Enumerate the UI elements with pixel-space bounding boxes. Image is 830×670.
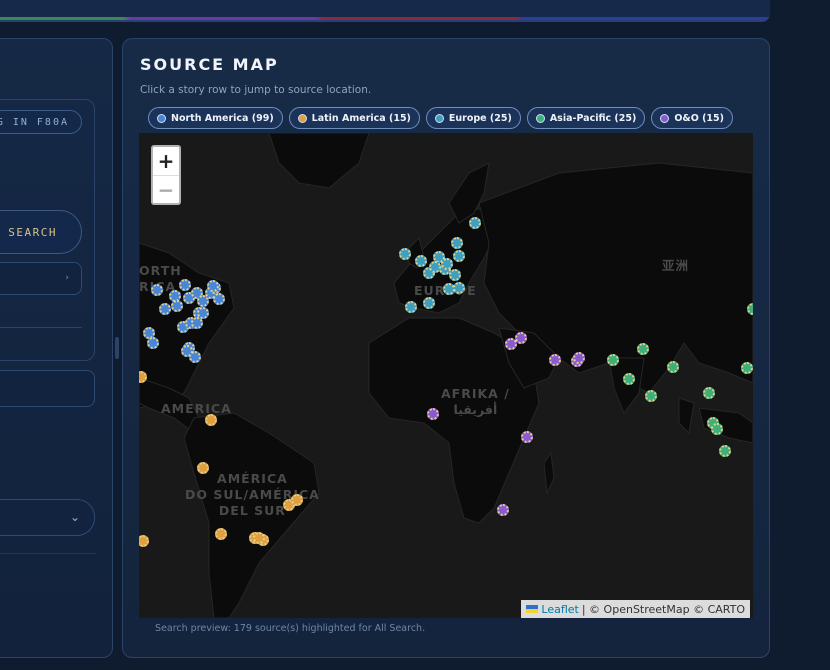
source-marker[interactable] <box>449 269 461 281</box>
source-marker[interactable] <box>453 250 465 262</box>
filter-chip[interactable]: G IN F80A <box>0 110 82 134</box>
map-label-asia: 亚洲 <box>662 258 690 273</box>
source-marker[interactable] <box>623 373 635 385</box>
source-marker[interactable] <box>197 307 209 319</box>
legend-label: Asia-Pacific (25) <box>549 112 637 124</box>
source-marker[interactable] <box>645 390 657 402</box>
panel-resize-handle[interactable] <box>115 337 119 359</box>
source-marker[interactable] <box>441 258 453 270</box>
left-divider <box>0 327 82 328</box>
source-marker[interactable] <box>703 387 715 399</box>
source-marker[interactable] <box>451 237 463 249</box>
world-map[interactable]: ORTH RICA AMERICA AMÉRICA DO SUL/AMÉRICA… <box>139 133 753 618</box>
source-marker[interactable] <box>207 280 219 292</box>
legend-label: Europe (25) <box>448 112 512 124</box>
source-marker[interactable] <box>181 345 193 357</box>
source-marker[interactable] <box>549 354 561 366</box>
legend-label: Latin America (15) <box>311 112 411 124</box>
header-accent-stripe <box>0 17 770 20</box>
chevron-right-icon: › <box>65 273 69 283</box>
source-marker[interactable] <box>415 255 427 267</box>
legend-label: North America (99) <box>171 112 274 124</box>
source-marker[interactable] <box>147 337 159 349</box>
source-marker[interactable] <box>637 343 649 355</box>
source-marker[interactable] <box>213 293 225 305</box>
source-marker[interactable] <box>521 431 533 443</box>
search-button[interactable]: SEARCH <box>0 210 82 254</box>
source-marker[interactable] <box>747 303 753 315</box>
left-dropdown[interactable]: ⌄ <box>0 499 95 536</box>
north-america-dot-icon <box>157 113 166 123</box>
left-divider-bottom <box>0 553 96 554</box>
source-marker[interactable] <box>179 279 191 291</box>
source-marker[interactable] <box>405 301 417 313</box>
region-legend: North America (99) Latin America (15) Eu… <box>148 107 733 129</box>
attribution-text: | © OpenStreetMap © CARTO <box>581 602 745 616</box>
leaflet-link[interactable]: Leaflet <box>541 603 578 616</box>
source-marker[interactable] <box>291 494 303 506</box>
legend-chip-north-america[interactable]: North America (99) <box>148 107 283 129</box>
search-preview-note: Search preview: 179 source(s) highlighte… <box>155 623 426 634</box>
source-marker[interactable] <box>573 352 585 364</box>
zoom-out-button[interactable]: − <box>153 175 179 203</box>
legend-chip-europe[interactable]: Europe (25) <box>425 107 521 129</box>
source-marker[interactable] <box>197 462 209 474</box>
source-marker[interactable] <box>719 445 731 457</box>
source-marker[interactable] <box>711 423 723 435</box>
legend-chip-latin-america[interactable]: Latin America (15) <box>288 107 420 129</box>
zoom-in-button[interactable]: + <box>153 147 179 175</box>
source-marker[interactable] <box>399 248 411 260</box>
source-marker[interactable] <box>159 303 171 315</box>
source-marker[interactable] <box>215 528 227 540</box>
source-marker[interactable] <box>497 504 509 516</box>
map-instructions: Click a story row to jump to source loca… <box>140 84 372 96</box>
chevron-down-icon: ⌄ <box>69 510 80 524</box>
legend-label: O&O (15) <box>674 112 724 124</box>
source-marker[interactable] <box>607 354 619 366</box>
legend-chip-oando[interactable]: O&O (15) <box>651 107 733 129</box>
source-marker[interactable] <box>427 408 439 420</box>
source-marker[interactable] <box>423 297 435 309</box>
zoom-control: + − <box>151 145 181 205</box>
source-marker[interactable] <box>741 362 753 374</box>
page-title: SOURCE MAP <box>140 55 279 74</box>
left-input-field[interactable] <box>0 370 95 407</box>
top-header-bar <box>0 0 770 22</box>
source-marker[interactable] <box>205 414 217 426</box>
source-marker[interactable] <box>469 217 481 229</box>
map-label-america: AMERICA <box>161 401 232 416</box>
ukraine-flag-icon <box>526 605 539 613</box>
map-label-africa: AFRIKA / أفريقيا <box>441 386 510 417</box>
latin-america-dot-icon <box>297 113 307 123</box>
source-marker[interactable] <box>253 532 265 544</box>
source-marker[interactable] <box>443 283 455 295</box>
left-select-field[interactable]: › <box>0 262 82 295</box>
oando-dot-icon <box>660 113 670 123</box>
source-marker[interactable] <box>667 361 679 373</box>
legend-chip-asia-pacific[interactable]: Asia-Pacific (25) <box>526 107 646 129</box>
source-marker[interactable] <box>151 284 163 296</box>
source-marker[interactable] <box>171 300 183 312</box>
asia-pacific-dot-icon <box>535 113 545 123</box>
map-attribution: Leaflet | © OpenStreetMap © CARTO <box>521 600 750 618</box>
world-landmass <box>139 133 753 618</box>
europe-dot-icon <box>434 113 444 123</box>
source-marker[interactable] <box>515 332 527 344</box>
